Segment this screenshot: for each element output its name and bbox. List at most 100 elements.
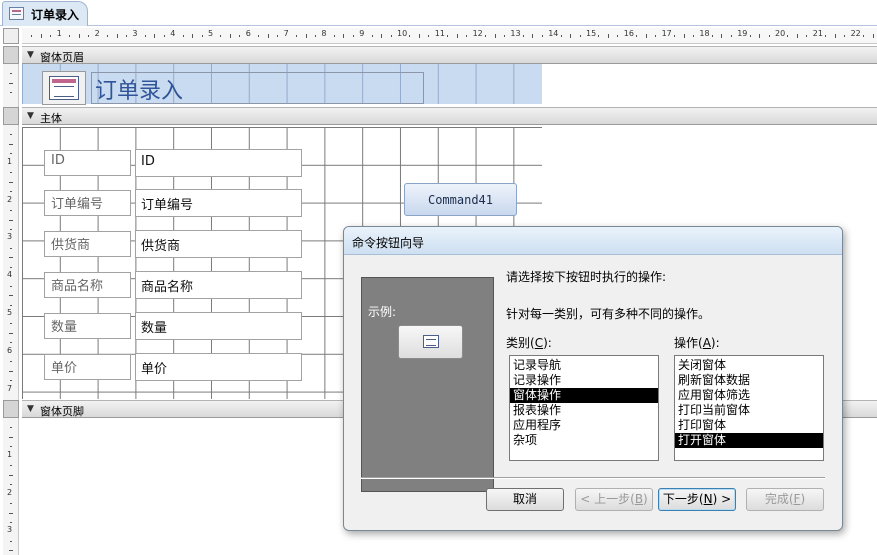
category-item-miscellaneous[interactable]: 杂项 (510, 433, 658, 448)
ruler-tick (10, 228, 12, 230)
ruler-number: 20 (775, 29, 786, 38)
action-item-print-form[interactable]: 打印窗体 (675, 418, 823, 433)
id-textbox[interactable]: ID (135, 149, 302, 177)
detail-section-bar[interactable]: ▼ 主体 (22, 107, 877, 125)
finish-button[interactable]: 完成(F) (746, 488, 824, 511)
ruler-tick (834, 34, 836, 38)
command41-button[interactable]: Command41 (404, 183, 517, 216)
category-item-report-operations[interactable]: 报表操作 (510, 403, 658, 418)
order-number-textbox[interactable]: 订单编号 (135, 189, 302, 217)
supplier-label[interactable]: 供货商 (44, 231, 131, 257)
header-section-bar[interactable]: ▼ 窗体页眉 (22, 46, 877, 64)
form-selector[interactable] (3, 28, 19, 44)
ruler-tick (10, 427, 12, 429)
collapse-icon: ▼ (27, 404, 34, 414)
ruler-number: 16 (623, 29, 634, 38)
quantity-label[interactable]: 数量 (44, 313, 131, 339)
id-label[interactable]: ID (44, 150, 131, 176)
ruler-tick (10, 247, 12, 249)
ruler-tick (532, 34, 534, 38)
ruler-tick (10, 484, 12, 486)
dialog-separator (361, 477, 825, 479)
product-name-label[interactable]: 商品名称 (44, 272, 131, 298)
ruler-tick (88, 35, 90, 37)
cancel-button[interactable]: 取消 (486, 488, 564, 511)
ruler-tick (787, 35, 789, 37)
ruler-tick (9, 295, 13, 297)
ruler-number: 12 (472, 29, 483, 38)
category-item-application[interactable]: 应用程序 (510, 418, 658, 433)
ruler-tick (239, 35, 241, 37)
ruler-tick (872, 34, 874, 38)
header-section-marker (3, 46, 19, 64)
ruler-number: 11 (434, 29, 445, 38)
ruler-tick (692, 35, 694, 37)
category-item-record-navigation[interactable]: 记录导航 (510, 358, 658, 373)
unit-price-textbox[interactable]: 单价 (135, 353, 302, 381)
ruler-tick (418, 34, 420, 38)
ruler-tick (768, 35, 770, 37)
quantity-textbox[interactable]: 数量 (135, 312, 302, 340)
unit-price-label[interactable]: 单价 (44, 354, 131, 380)
ruler-number: 21 (812, 29, 823, 38)
order-number-label[interactable]: 订单编号 (44, 190, 131, 216)
action-item-open-form[interactable]: 打开窗体 (675, 433, 823, 448)
ruler-tick (10, 73, 12, 75)
ruler-tick (267, 34, 269, 38)
ruler-number: 9 (359, 29, 365, 38)
ruler-tick (10, 342, 12, 344)
ruler-tick (10, 304, 12, 306)
ruler-number: 22 (850, 29, 861, 38)
document-tab-strip (0, 0, 877, 26)
ruler-tick (485, 35, 487, 37)
ruler-tick (296, 35, 298, 37)
action-item-print-current-form[interactable]: 打印当前窗体 (675, 403, 823, 418)
ruler-number: 13 (510, 29, 521, 38)
footer-section-marker (3, 400, 19, 418)
ruler-tick (560, 35, 562, 37)
category-item-record-operations[interactable]: 记录操作 (510, 373, 658, 388)
dialog-title-bar[interactable]: 命令按钮向导 (344, 227, 842, 255)
action-listbox[interactable]: 关闭窗体 刷新窗体数据 应用窗体筛选 打印当前窗体 打印窗体 打开窗体 (674, 355, 824, 461)
action-item-refresh-form[interactable]: 刷新窗体数据 (675, 373, 823, 388)
action-item-close-form[interactable]: 关闭窗体 (675, 358, 823, 373)
ruler-tick (10, 191, 12, 193)
collapse-icon: ▼ (27, 50, 34, 60)
ruler-tick (9, 332, 13, 334)
form-title-label[interactable]: 订单录入 (95, 73, 183, 105)
back-button[interactable]: < 上一步(B) (575, 488, 653, 511)
ruler-tick (31, 35, 33, 37)
ruler-tick (796, 34, 798, 38)
ruler-tick (201, 35, 203, 37)
ruler-tick (466, 35, 468, 37)
ruler-number: 2 (7, 194, 13, 204)
ruler-tick (371, 35, 373, 37)
ruler-number: 14 (548, 29, 559, 38)
product-name-textbox[interactable]: 商品名称 (135, 271, 302, 299)
ruler-tick (447, 35, 449, 37)
ruler-number: 5 (208, 29, 214, 38)
ruler-tick (674, 35, 676, 37)
form-logo-control[interactable] (42, 71, 86, 105)
ruler-tick (10, 361, 12, 363)
ruler-tick (9, 370, 13, 372)
ruler-number: 7 (283, 29, 289, 38)
ruler-tick (9, 550, 13, 552)
supplier-textbox[interactable]: 供货商 (135, 230, 302, 258)
ruler-tick (721, 34, 723, 38)
ruler-number: 7 (7, 383, 13, 393)
action-item-apply-filter[interactable]: 应用窗体筛选 (675, 388, 823, 403)
next-button[interactable]: 下一步(N) > (658, 488, 736, 511)
ruler-number: 1 (7, 449, 13, 459)
ruler-number: 15 (586, 29, 597, 38)
ruler-tick (154, 34, 156, 38)
category-listbox[interactable]: 记录导航 记录操作 窗体操作 报表操作 应用程序 杂项 (509, 355, 659, 461)
horizontal-ruler[interactable]: 1 2 3 4 5 6 7 8 9 10 11 12 13 14 15 16 17 18 19 20 21 22 (22, 28, 877, 44)
document-tab[interactable]: 订单录入 (2, 1, 88, 26)
hint-text: 针对每一类别，可有多种不同的操作。 (506, 307, 711, 321)
ruler-tick (343, 34, 345, 38)
ruler-tick (40, 34, 42, 38)
ruler-tick (10, 153, 12, 155)
ruler-tick (10, 503, 12, 505)
category-item-form-operations[interactable]: 窗体操作 (510, 388, 658, 403)
